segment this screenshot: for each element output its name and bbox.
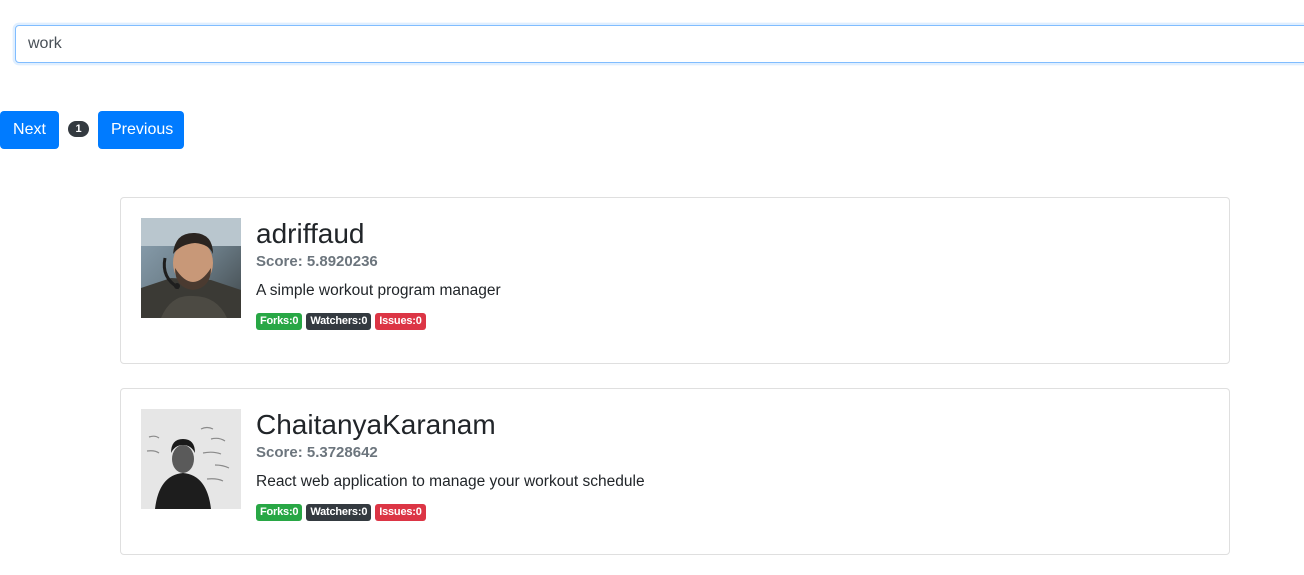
page-number-badge: 1 <box>68 121 89 137</box>
score-text: Score: 5.8920236 <box>256 253 378 270</box>
watchers-badge: Watchers:0 <box>306 313 372 330</box>
result-card: ChaitanyaKaranam Score: 5.3728642 React … <box>120 388 1230 555</box>
repo-owner-name[interactable]: ChaitanyaKaranam <box>256 407 1209 443</box>
avatar <box>141 409 241 509</box>
issues-badge: Issues:0 <box>375 313 426 330</box>
search-input[interactable] <box>15 25 1304 63</box>
user-photo-icon <box>141 409 241 509</box>
issues-badge: Issues:0 <box>375 504 426 521</box>
next-button[interactable]: Next <box>0 111 59 149</box>
user-photo-icon <box>141 218 241 318</box>
score-text: Score: 5.3728642 <box>256 444 378 461</box>
forks-badge: Forks:0 <box>256 313 303 330</box>
repo-owner-name[interactable]: adriffaud <box>256 216 1209 252</box>
forks-badge: Forks:0 <box>256 504 303 521</box>
avatar <box>141 218 241 318</box>
repo-description: A simple workout program manager <box>256 282 501 299</box>
repo-description: React web application to manage your wor… <box>256 473 645 490</box>
watchers-badge: Watchers:0 <box>306 504 372 521</box>
result-card: adriffaud Score: 5.8920236 A simple work… <box>120 197 1230 364</box>
previous-button[interactable]: Previous <box>98 111 184 149</box>
